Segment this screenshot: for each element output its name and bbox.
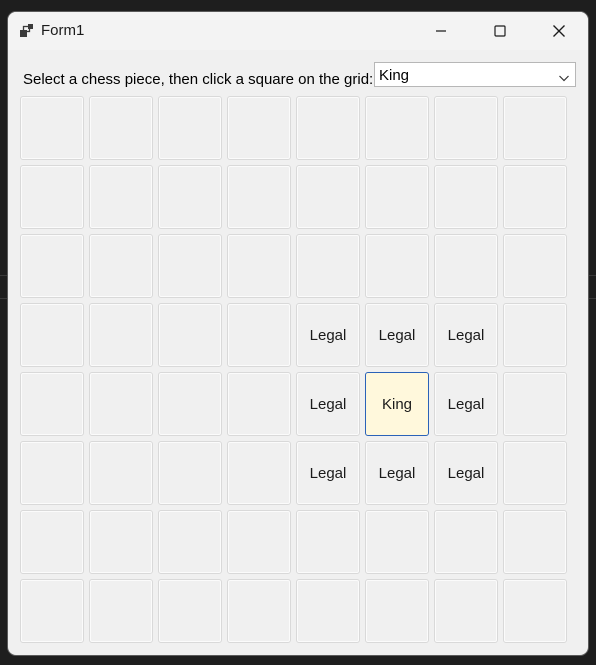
- board-square[interactable]: [503, 234, 567, 298]
- board-square[interactable]: [20, 303, 84, 367]
- board-square[interactable]: [20, 441, 84, 505]
- board-square[interactable]: [158, 303, 222, 367]
- board-square[interactable]: [296, 234, 360, 298]
- board-square[interactable]: [227, 510, 291, 574]
- legal-move-square[interactable]: Legal: [296, 441, 360, 505]
- board-square[interactable]: [20, 96, 84, 160]
- app-icon: [19, 23, 35, 39]
- board-square[interactable]: [20, 510, 84, 574]
- board-square[interactable]: [503, 510, 567, 574]
- piece-square[interactable]: King: [365, 372, 429, 436]
- legal-move-square[interactable]: Legal: [434, 303, 498, 367]
- board-square[interactable]: [365, 165, 429, 229]
- board-square[interactable]: [503, 372, 567, 436]
- legal-move-square[interactable]: Legal: [365, 441, 429, 505]
- board-square[interactable]: [227, 303, 291, 367]
- board-square[interactable]: [89, 303, 153, 367]
- instruction-label: Select a chess piece, then click a squar…: [23, 71, 374, 88]
- board-square[interactable]: [365, 96, 429, 160]
- board-square[interactable]: [158, 372, 222, 436]
- maximize-button[interactable]: [471, 12, 529, 50]
- legal-move-square[interactable]: Legal: [434, 441, 498, 505]
- legal-move-square[interactable]: Legal: [434, 372, 498, 436]
- board-square[interactable]: [20, 165, 84, 229]
- board-square[interactable]: [365, 510, 429, 574]
- board-square[interactable]: [296, 579, 360, 643]
- board-square[interactable]: [434, 510, 498, 574]
- board-square[interactable]: [158, 165, 222, 229]
- legal-move-square[interactable]: Legal: [365, 303, 429, 367]
- board-square[interactable]: [227, 96, 291, 160]
- board-square[interactable]: [503, 303, 567, 367]
- board-square[interactable]: [503, 165, 567, 229]
- board-square[interactable]: [89, 441, 153, 505]
- board-square[interactable]: [20, 579, 84, 643]
- board-square[interactable]: [503, 579, 567, 643]
- board-square[interactable]: [89, 579, 153, 643]
- board-square[interactable]: [296, 96, 360, 160]
- board-square[interactable]: [20, 234, 84, 298]
- board-square[interactable]: [434, 234, 498, 298]
- board-square[interactable]: [365, 234, 429, 298]
- chess-piece-dropdown[interactable]: King: [374, 62, 576, 87]
- legal-move-square[interactable]: Legal: [296, 372, 360, 436]
- board-square[interactable]: [434, 165, 498, 229]
- chevron-down-icon: [558, 70, 570, 82]
- board-square[interactable]: [89, 165, 153, 229]
- legal-move-square[interactable]: Legal: [296, 303, 360, 367]
- board-square[interactable]: [89, 96, 153, 160]
- board-square[interactable]: [158, 579, 222, 643]
- board-square[interactable]: [89, 372, 153, 436]
- dropdown-selected-value: King: [379, 67, 410, 84]
- board-square[interactable]: [227, 372, 291, 436]
- minimize-icon: [435, 25, 447, 37]
- board-square[interactable]: [365, 579, 429, 643]
- board-square[interactable]: [296, 510, 360, 574]
- board-square[interactable]: [89, 510, 153, 574]
- board-square[interactable]: [434, 579, 498, 643]
- board-square[interactable]: [227, 579, 291, 643]
- board-square[interactable]: [227, 234, 291, 298]
- board-square[interactable]: [227, 165, 291, 229]
- minimize-button[interactable]: [412, 12, 470, 50]
- form-window: Form1 Select a chess piece, then click a…: [8, 12, 588, 655]
- window-title: Form1: [41, 22, 85, 39]
- board-square[interactable]: [89, 234, 153, 298]
- board-square[interactable]: [158, 441, 222, 505]
- board-square[interactable]: [434, 96, 498, 160]
- board-square[interactable]: [227, 441, 291, 505]
- board-square[interactable]: [503, 441, 567, 505]
- close-icon: [552, 24, 566, 38]
- board-square[interactable]: [158, 96, 222, 160]
- title-bar[interactable]: Form1: [8, 12, 588, 50]
- board-square[interactable]: [503, 96, 567, 160]
- maximize-icon: [494, 25, 506, 37]
- chess-board-grid: Legal Legal Legal Legal King Legal Legal Legal L…: [20, 96, 572, 648]
- board-square[interactable]: [158, 234, 222, 298]
- board-square[interactable]: [296, 165, 360, 229]
- board-square[interactable]: [158, 510, 222, 574]
- close-button[interactable]: [530, 12, 588, 50]
- board-square[interactable]: [20, 372, 84, 436]
